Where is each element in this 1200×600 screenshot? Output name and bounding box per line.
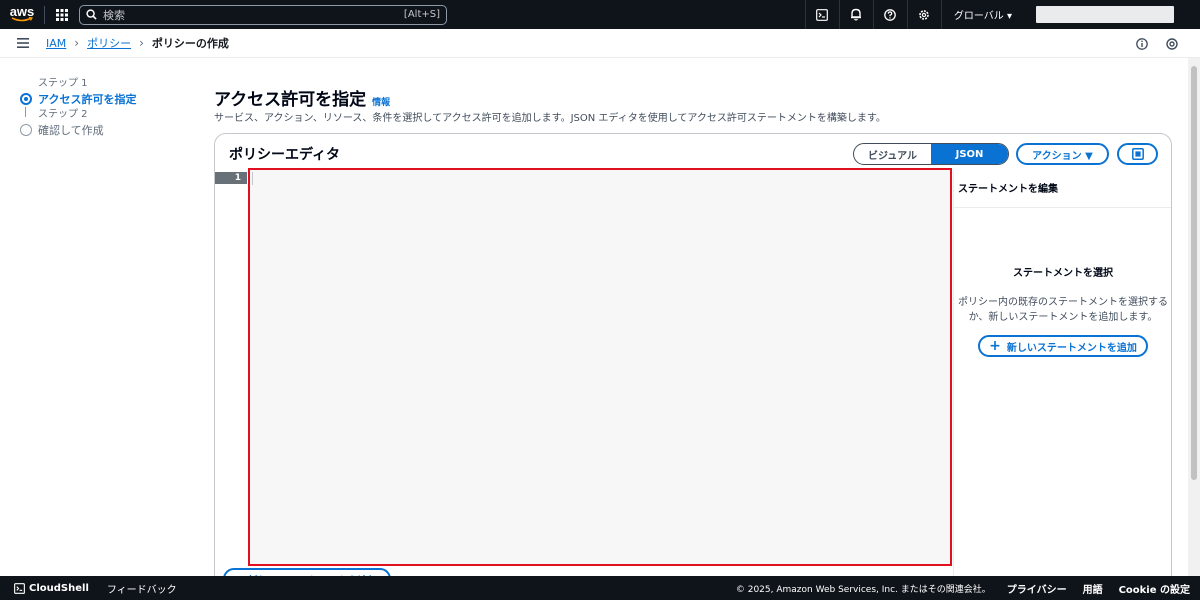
- wizard-steps: ステップ 1 アクセス許可を指定 ステップ 2 確認して作成: [20, 78, 190, 138]
- privacy-link[interactable]: プライバシー: [1007, 581, 1067, 596]
- info-link[interactable]: 情報: [372, 95, 390, 108]
- footer: CloudShell フィードバック © 2025, Amazon Web Se…: [0, 576, 1200, 600]
- search-icon: [86, 9, 97, 20]
- editor-header: ポリシーエディタ ビジュアル JSON アクション ▼: [215, 134, 1171, 170]
- step-1-number: ステップ 1: [38, 78, 88, 89]
- copyright-text: © 2025, Amazon Web Services, Inc. またはその関…: [735, 584, 991, 595]
- editor-title: ポリシーエディタ: [229, 147, 341, 163]
- mode-visual-button[interactable]: ビジュアル: [854, 144, 931, 164]
- search-placeholder: 検索: [103, 8, 125, 22]
- notifications-bell-icon[interactable]: [838, 0, 873, 29]
- chevron-right-icon: ›: [74, 36, 80, 50]
- feedback-link[interactable]: フィードバック: [107, 581, 177, 596]
- page-description: サービス、アクション、リソース、条件を選択してアクセス許可を追加します。JSON…: [214, 113, 886, 124]
- services-grid-icon[interactable]: [45, 0, 79, 29]
- add-statement-label: 新しいステートメントを追加: [1006, 342, 1137, 354]
- aws-logo[interactable]: aws: [0, 0, 44, 29]
- step-active-icon: [20, 93, 32, 105]
- chevron-right-icon: ›: [139, 36, 144, 50]
- account-menu[interactable]: [1036, 6, 1174, 23]
- step-1[interactable]: アクセス許可を指定: [20, 91, 190, 107]
- step-2: 確認して作成: [20, 122, 190, 138]
- breadcrumb-bar: IAM › ポリシー › ポリシーの作成: [0, 29, 1200, 58]
- statement-side-panel: ステートメントを編集 ステートメントを選択 ポリシー内の既存のステートメントを選…: [954, 170, 1171, 592]
- step-2-label: 確認して作成: [38, 124, 104, 137]
- terms-link[interactable]: 用語: [1083, 581, 1103, 596]
- step-1-label: アクセス許可を指定: [38, 93, 137, 106]
- page-title: アクセス許可を指定: [214, 90, 367, 110]
- step-inactive-icon: [20, 124, 32, 136]
- preferences-icon[interactable]: [1166, 37, 1178, 50]
- cloudshell-icon: [14, 582, 25, 594]
- policy-editor-card: ポリシーエディタ ビジュアル JSON アクション ▼ 1 ステートメントを編集…: [214, 133, 1172, 593]
- settings-gear-icon[interactable]: [906, 0, 941, 29]
- scrollbar-thumb[interactable]: [1191, 66, 1197, 480]
- page-header: アクセス許可を指定 情報: [214, 85, 390, 110]
- info-circle-icon[interactable]: [1136, 37, 1148, 50]
- add-statement-button[interactable]: + 新しいステートメントを追加: [978, 335, 1148, 357]
- breadcrumb-iam[interactable]: IAM: [46, 37, 66, 50]
- breadcrumb-policies[interactable]: ポリシー: [87, 35, 131, 51]
- page-scrollbar[interactable]: [1188, 58, 1200, 576]
- aws-smile-icon: [11, 17, 33, 22]
- fullscreen-icon: [1131, 148, 1144, 160]
- side-panel-title: ステートメントを選択: [1013, 268, 1113, 279]
- region-selector[interactable]: グローバル ▾: [940, 0, 1024, 29]
- json-code-editor[interactable]: [248, 168, 952, 566]
- step-connector: [25, 107, 26, 117]
- search-input[interactable]: 検索 [Alt+S]: [79, 4, 447, 25]
- side-panel-body: ステートメントを選択 ポリシー内の既存のステートメントを選択するか、新しいステー…: [954, 208, 1171, 357]
- cloudshell-label: CloudShell: [29, 582, 89, 594]
- fullscreen-button[interactable]: [1117, 143, 1158, 165]
- cookie-settings-link[interactable]: Cookie の設定: [1119, 581, 1190, 596]
- line-number: 1: [215, 172, 247, 184]
- cloudshell-button[interactable]: CloudShell: [14, 583, 89, 594]
- breadcrumb-current: ポリシーの作成: [151, 37, 229, 50]
- search-shortcut: [Alt+S]: [403, 9, 440, 20]
- side-panel-header: ステートメントを編集: [954, 170, 1171, 208]
- mode-json-button[interactable]: JSON: [931, 144, 1008, 164]
- line-number-gutter: 1: [215, 170, 247, 560]
- side-panel-description: ポリシー内の既存のステートメントを選択するか、新しいステートメントを追加します。: [958, 297, 1168, 323]
- menu-hamburger-icon[interactable]: [0, 38, 46, 48]
- help-icon[interactable]: [872, 0, 907, 29]
- top-navigation: aws 検索 [Alt+S] グローバル ▾: [0, 0, 1200, 29]
- plus-icon: +: [989, 338, 1001, 354]
- step-2-number: ステップ 2: [38, 109, 88, 120]
- cloudshell-icon[interactable]: [804, 0, 839, 29]
- actions-dropdown-button[interactable]: アクション ▼: [1016, 143, 1109, 165]
- editor-mode-toggle: ビジュアル JSON: [853, 143, 1009, 165]
